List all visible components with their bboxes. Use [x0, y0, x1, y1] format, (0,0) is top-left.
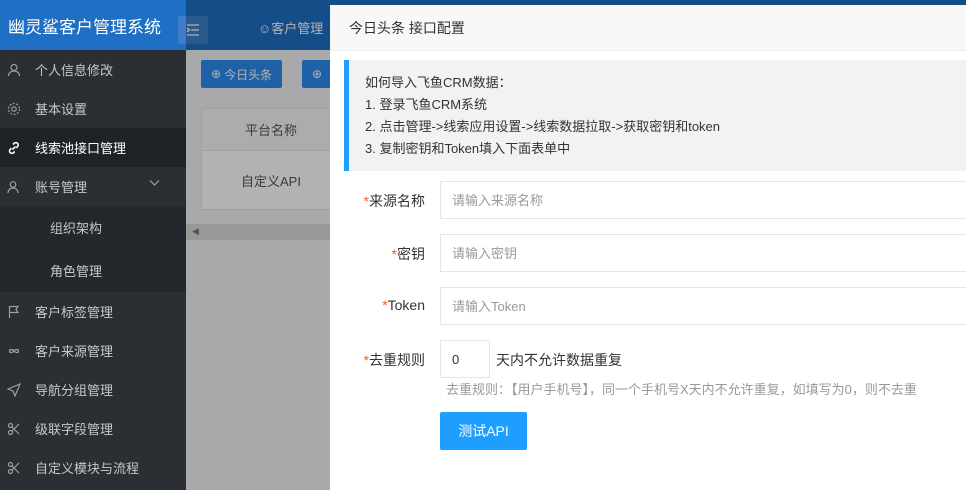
dedupe-hint: 去重规则：【用户手机号】，同一个手机号X天内不允许重复，如填写为0，则不去重 — [446, 382, 917, 397]
secret-label: *密钥 — [391, 246, 425, 262]
source-name-row: *来源名称 — [330, 181, 966, 219]
sidebar-item-tags[interactable]: 客户标签管理 — [0, 292, 186, 331]
sidebar-item-label: 客户标签管理 — [35, 305, 114, 320]
sidebar-item-label: 自定义模块与流程 — [35, 461, 140, 476]
scissors-icon — [6, 421, 22, 437]
sidebar-item-accounts[interactable]: 账号管理 — [0, 167, 186, 206]
sidebar-menu: 个人信息修改 基本设置 线索池接口管理 账号管理 组织架构 角色管理 客户标签管… — [0, 50, 186, 487]
notice-line: 2. 点击管理->线索应用设置->线索数据拉取->获取密钥和token — [365, 119, 721, 134]
user-icon — [6, 62, 22, 78]
token-row: *Token — [330, 287, 966, 325]
sidebar-item-settings[interactable]: 基本设置 — [0, 89, 186, 128]
sidebar-item-custom-modules[interactable]: 自定义模块与流程 — [0, 448, 186, 487]
send-icon — [6, 382, 22, 398]
sidebar-item-label: 导航分组管理 — [35, 383, 114, 398]
dedupe-label: *去重规则 — [363, 352, 425, 368]
instructions-notice: 如何导入飞鱼CRM数据： 1. 登录飞鱼CRM系统 2. 点击管理->线索应用设… — [344, 60, 966, 171]
sidebar-item-nav-groups[interactable]: 导航分组管理 — [0, 370, 186, 409]
dedupe-unit: 天内不允许数据重复 — [496, 352, 622, 368]
notice-line: 如何导入飞鱼CRM数据： — [365, 75, 512, 90]
sidebar-item-label: 组织架构 — [50, 221, 103, 236]
source-name-input[interactable] — [440, 181, 966, 219]
notice-line: 3. 复制密钥和Token填入下面表单中 — [365, 141, 571, 156]
sidebar-item-label: 账号管理 — [35, 180, 88, 195]
chevron-down-icon — [149, 179, 160, 190]
sidebar-item-label: 角色管理 — [50, 264, 103, 279]
gear-icon — [6, 101, 22, 117]
token-input[interactable] — [440, 287, 966, 325]
config-drawer: 今日头条 接口配置 如何导入飞鱼CRM数据： 1. 登录飞鱼CRM系统 2. 点… — [330, 5, 966, 490]
secret-row: *密钥 — [330, 234, 966, 272]
dedupe-days-input[interactable] — [440, 340, 490, 378]
infinity-icon — [6, 343, 22, 359]
sidebar-item-label: 级联字段管理 — [35, 422, 114, 437]
sidebar-item-clue-api[interactable]: 线索池接口管理 — [0, 128, 186, 167]
source-name-label: *来源名称 — [363, 193, 425, 209]
sidebar-item-label: 客户来源管理 — [35, 344, 114, 359]
drawer-title: 今日头条 接口配置 — [330, 5, 966, 51]
sidebar-item-profile[interactable]: 个人信息修改 — [0, 50, 186, 89]
sidebar-item-cascade-fields[interactable]: 级联字段管理 — [0, 409, 186, 448]
brand-title: 幽灵鲨客户管理系统 — [0, 0, 186, 50]
dedupe-row: *去重规则 天内不允许数据重复 — [330, 340, 966, 378]
test-api-button[interactable]: 测试API — [440, 412, 527, 450]
sidebar-item-sources[interactable]: 客户来源管理 — [0, 331, 186, 370]
flag-icon — [6, 304, 22, 320]
sidebar-item-label: 基本设置 — [35, 102, 88, 117]
sidebar: 幽灵鲨客户管理系统 个人信息修改 基本设置 线索池接口管理 账号管理 组织架构 … — [0, 0, 186, 490]
sidebar-item-org[interactable]: 组织架构 — [0, 206, 186, 249]
link-icon — [6, 140, 22, 156]
users-icon — [6, 179, 22, 195]
secret-input[interactable] — [440, 234, 966, 272]
token-label: *Token — [382, 297, 425, 313]
notice-line: 1. 登录飞鱼CRM系统 — [365, 97, 488, 112]
sidebar-item-label: 个人信息修改 — [35, 63, 114, 78]
sidebar-item-roles[interactable]: 角色管理 — [0, 249, 186, 292]
scissors-icon — [6, 460, 22, 476]
sidebar-item-label: 线索池接口管理 — [35, 141, 127, 156]
